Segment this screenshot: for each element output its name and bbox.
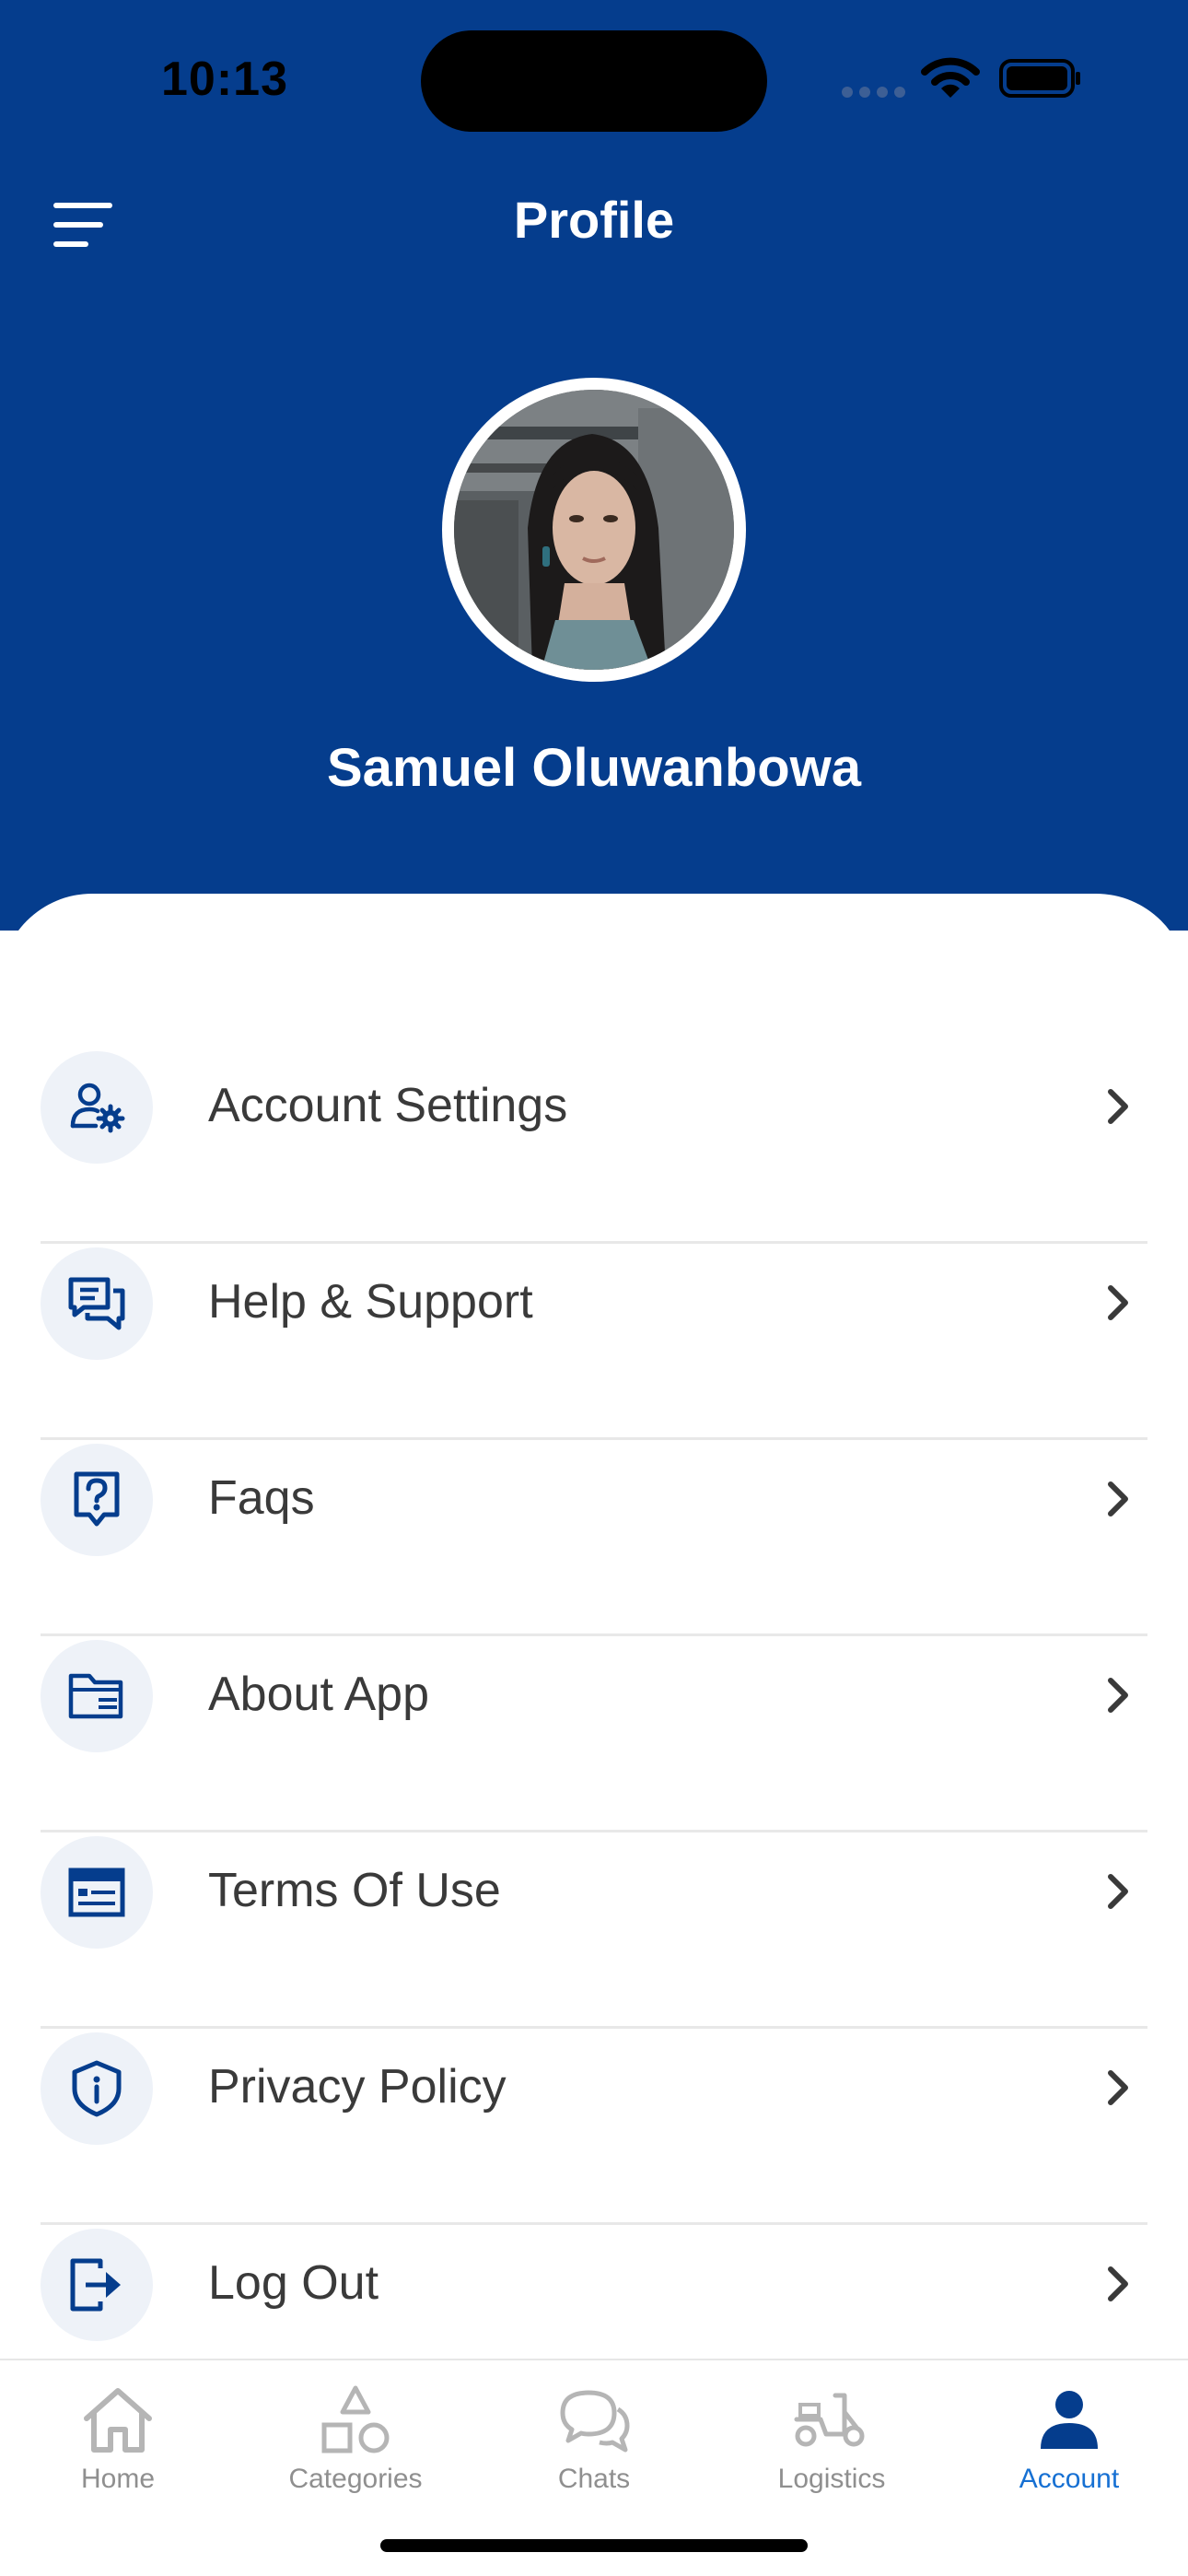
logout-icon	[70, 2258, 121, 2312]
tab-logistics[interactable]: Logistics	[740, 2379, 924, 2495]
menu-item-label: Terms Of Use	[208, 1864, 501, 1917]
home-icon	[84, 2388, 152, 2453]
tab-home[interactable]: Home	[26, 2379, 210, 2495]
menu-item-label: Log Out	[208, 2256, 379, 2310]
chevron-right-icon	[1108, 1678, 1128, 1713]
tab-label: Categories	[288, 2464, 423, 2494]
menu-item-privacy-policy[interactable]: Privacy Policy	[41, 2029, 1147, 2225]
menu-item-help-support[interactable]: Help & Support	[41, 1244, 1147, 1440]
question-icon	[74, 1471, 120, 1527]
menu-item-label: Help & Support	[208, 1275, 533, 1329]
cellular-signal-icon	[842, 87, 905, 98]
menu-item-faqs[interactable]: Faqs	[41, 1440, 1147, 1636]
menu-item-about-app[interactable]: About App	[41, 1636, 1147, 1832]
status-bar: 10:13	[0, 0, 1188, 138]
tab-label: Logistics	[777, 2464, 886, 2494]
menu-item-label: Faqs	[208, 1471, 315, 1525]
battery-icon	[999, 59, 1080, 98]
settings-menu: Account Settings Help & Support Faqs Abo…	[41, 1048, 1147, 2421]
status-time: 10:13	[161, 53, 288, 106]
menu-item-terms-of-use[interactable]: Terms Of Use	[41, 1832, 1147, 2029]
tab-label: Account	[1019, 2464, 1120, 2494]
folder-icon	[68, 1673, 123, 1719]
chat-bubbles-icon	[68, 1277, 125, 1330]
chevron-right-icon	[1108, 1481, 1128, 1516]
dynamic-island	[421, 30, 767, 132]
tab-categories[interactable]: Categories	[263, 2379, 448, 2495]
avatar[interactable]	[442, 378, 746, 682]
shapes-icon	[321, 2385, 390, 2453]
page-title: Profile	[513, 191, 675, 249]
chats-icon	[560, 2390, 630, 2453]
browser-window-icon	[68, 1868, 125, 1917]
chevron-right-icon	[1108, 2070, 1128, 2105]
shield-info-icon	[72, 2060, 122, 2117]
wifi-icon	[921, 57, 980, 98]
user-gear-icon	[70, 1083, 125, 1133]
menu-item-account-settings[interactable]: Account Settings	[41, 1048, 1147, 1244]
user-name: Samuel Oluwanbowa	[326, 738, 862, 798]
chevron-right-icon	[1108, 1874, 1128, 1909]
chevron-right-icon	[1108, 2266, 1128, 2301]
tab-label: Home	[80, 2464, 156, 2494]
tab-label: Chats	[557, 2464, 631, 2494]
profile-photo	[454, 390, 734, 670]
scooter-icon	[794, 2393, 865, 2447]
menu-item-label: About App	[208, 1668, 429, 1721]
menu-item-label: Account Settings	[208, 1079, 568, 1132]
home-indicator	[380, 2539, 808, 2552]
tab-account[interactable]: Account	[977, 2379, 1161, 2495]
menu-item-label: Privacy Policy	[208, 2060, 507, 2113]
chevron-right-icon	[1108, 1089, 1128, 1124]
person-icon	[1041, 2391, 1098, 2449]
tab-chats[interactable]: Chats	[502, 2379, 686, 2495]
chevron-right-icon	[1108, 1285, 1128, 1320]
